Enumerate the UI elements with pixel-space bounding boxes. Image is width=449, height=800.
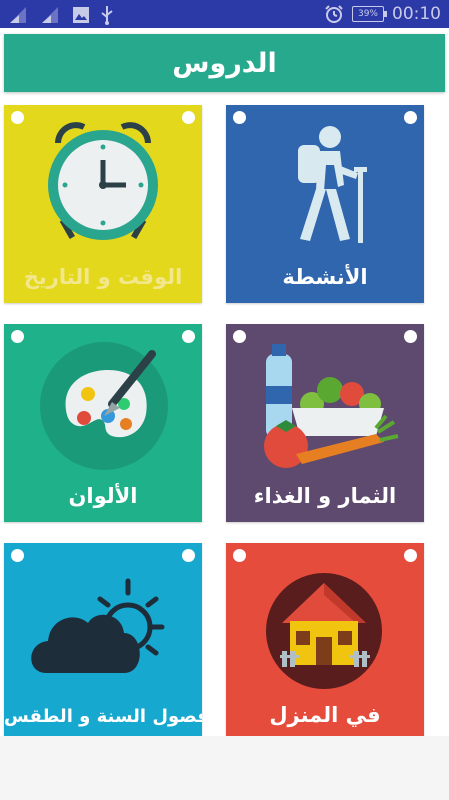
page-title: الدروس [172, 47, 277, 79]
lesson-label: الأنشطة [282, 265, 368, 289]
lesson-label: الألوان [68, 484, 138, 508]
lesson-label: الثمار و الغذاء [253, 484, 397, 508]
clock-time: 00:10 [392, 4, 441, 24]
house-icon [266, 573, 382, 689]
lesson-label: في المنزل [269, 703, 381, 727]
signal-icon [10, 7, 26, 23]
lesson-tile-seasons-weather[interactable]: فصول السنة و الطقس [4, 543, 202, 741]
lesson-tile-food[interactable]: الثمار و الغذاء [226, 324, 424, 522]
weather-icon [31, 578, 165, 673]
lesson-tile-colors[interactable]: الألوان [4, 324, 202, 522]
alarm-clock-icon [48, 122, 158, 240]
lesson-tile-activities[interactable]: الأنشطة [226, 105, 424, 303]
battery-level: 39% [357, 9, 378, 19]
alarm-icon [325, 5, 343, 23]
lesson-label: الوقت و التاريخ [23, 265, 183, 289]
usb-icon [101, 6, 113, 25]
lesson-label: فصول السنة و الطقس [4, 706, 202, 727]
page-header: الدروس [4, 34, 445, 92]
lesson-tile-at-home[interactable]: في المنزل [226, 543, 424, 741]
lesson-tile-time-date[interactable]: الوقت و التاريخ [4, 105, 202, 303]
bottom-empty-area [0, 736, 449, 800]
hiker-icon [298, 126, 367, 243]
food-icon [264, 344, 399, 468]
battery-icon: 39% [352, 6, 387, 22]
signal-icon [42, 7, 58, 23]
image-icon [73, 7, 89, 23]
palette-icon [40, 342, 168, 470]
status-bar: 39% 00:10 [0, 0, 449, 28]
